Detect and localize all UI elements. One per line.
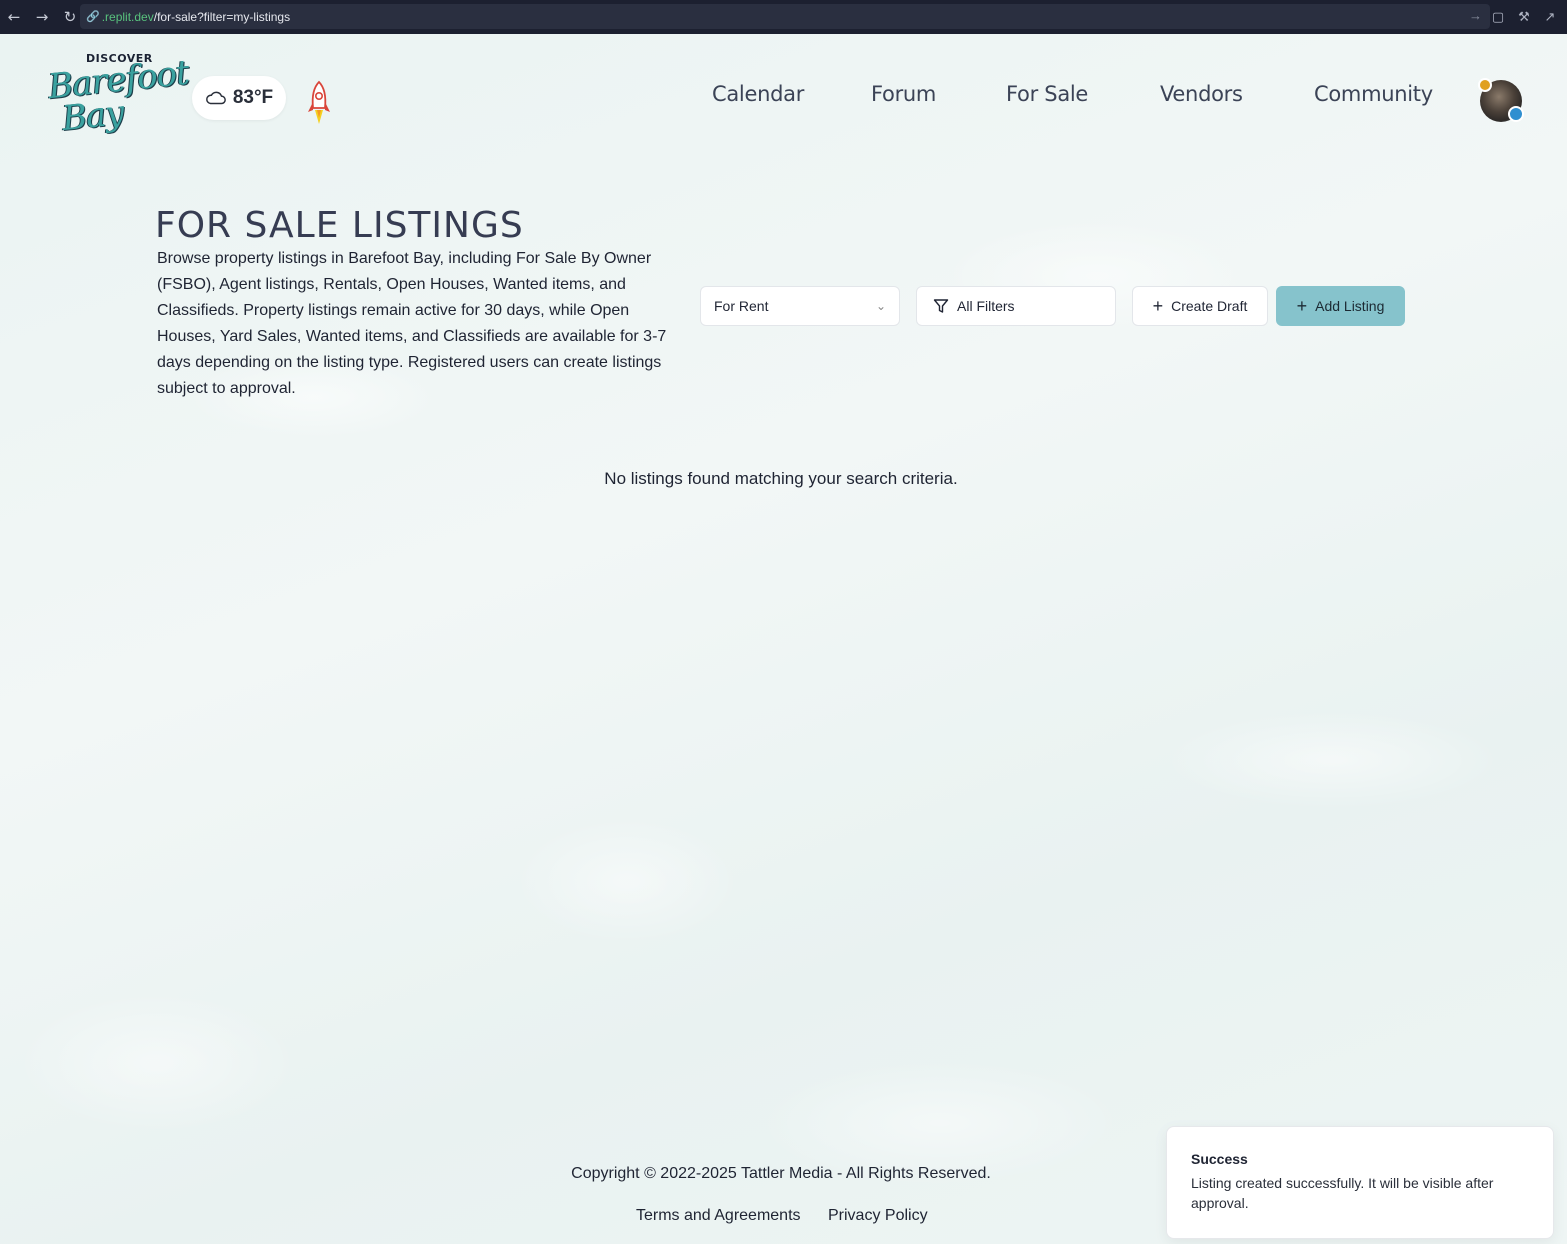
device-icon[interactable]: ▢	[1487, 10, 1509, 25]
link-icon: 🔗	[86, 11, 100, 23]
plus-icon: +	[1296, 296, 1308, 316]
all-filters-button[interactable]: All Filters	[916, 286, 1116, 326]
back-icon[interactable]: ←	[0, 0, 28, 34]
main-navigation: Calendar Forum For Sale Vendors Communit…	[0, 82, 1567, 116]
success-toast[interactable]: Success Listing created successfully. It…	[1166, 1126, 1554, 1239]
all-filters-label: All Filters	[957, 298, 1015, 314]
status-badge	[1508, 106, 1524, 122]
url-path: /for-sale?filter=my-listings	[153, 9, 291, 24]
forward-icon[interactable]: →	[28, 0, 56, 34]
create-draft-label: Create Draft	[1171, 298, 1248, 314]
listing-type-value: For Rent	[714, 298, 769, 314]
filter-icon	[933, 299, 949, 313]
user-avatar-button[interactable]	[1478, 78, 1524, 124]
go-arrow-icon[interactable]: →	[1469, 8, 1482, 23]
site-header: DISCOVER Barefoot Bay 83°F Calendar Foru…	[0, 34, 1567, 164]
nav-forum[interactable]: Forum	[871, 82, 936, 106]
terms-link[interactable]: Terms and Agreements	[636, 1207, 801, 1225]
toast-message: Listing created successfully. It will be…	[1191, 1175, 1494, 1211]
nav-calendar[interactable]: Calendar	[712, 82, 804, 106]
listing-type-select[interactable]: For Rent ⌄	[700, 286, 900, 326]
toast-title: Success	[1191, 1151, 1248, 1167]
nav-community[interactable]: Community	[1314, 82, 1433, 106]
external-link-icon[interactable]: ↗	[1539, 10, 1561, 25]
page-description: Browse property listings in Barefoot Bay…	[157, 250, 667, 397]
plus-icon: +	[1152, 296, 1164, 316]
privacy-link[interactable]: Privacy Policy	[828, 1207, 928, 1225]
chevron-down-icon: ⌄	[875, 299, 886, 313]
nav-vendors[interactable]: Vendors	[1160, 82, 1243, 106]
browser-toolbar: ← → ↻ 🔗 .replit.dev/for-sale?filter=my-l…	[0, 0, 1567, 34]
add-listing-label: Add Listing	[1315, 298, 1385, 314]
empty-state-message: No listings found matching your search c…	[604, 469, 958, 488]
notification-badge	[1478, 78, 1492, 92]
wrench-icon[interactable]: ⚒	[1513, 10, 1535, 25]
create-draft-button[interactable]: + Create Draft	[1132, 286, 1268, 326]
page-title: FOR SALE LISTINGS	[155, 205, 524, 246]
url-host: .replit.dev	[101, 9, 154, 24]
nav-for-sale[interactable]: For Sale	[1006, 82, 1088, 106]
add-listing-button[interactable]: + Add Listing	[1276, 286, 1405, 326]
address-bar[interactable]: 🔗 .replit.dev/for-sale?filter=my-listing…	[80, 4, 1490, 29]
